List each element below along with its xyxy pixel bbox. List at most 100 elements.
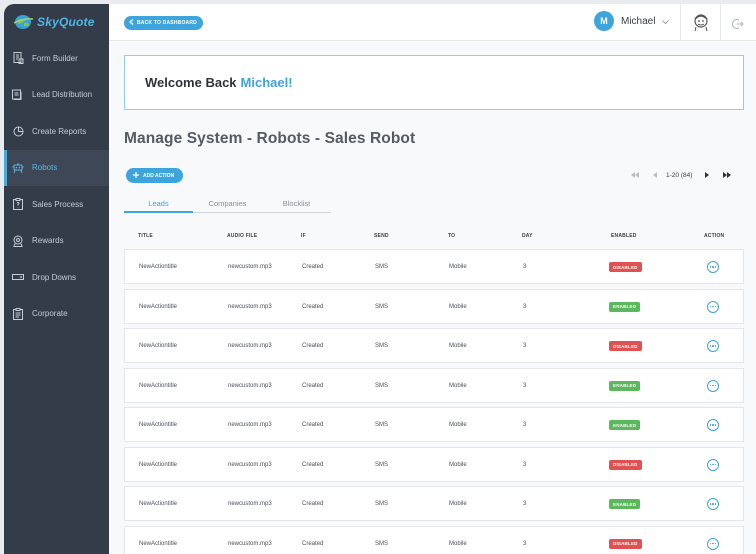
sidebar-item-label: Robots [32, 163, 58, 173]
column-header-enabled: ENABLED [611, 233, 637, 239]
cell-to: Mobile [449, 382, 467, 389]
more-actions-icon[interactable] [707, 458, 719, 471]
cell-title: NewActiontitle [139, 343, 178, 349]
welcome-text: Welcome Back [145, 75, 237, 90]
table-row[interactable]: NewActiontitle newcustom.mp3 Created SMS Mob… [124, 367, 744, 403]
last-page-icon[interactable] [722, 170, 732, 180]
more-actions-icon[interactable] [707, 300, 719, 313]
add-action-button[interactable]: ADD ACTION [126, 168, 184, 183]
cell-day: 3 [523, 343, 527, 349]
table-row[interactable]: NewActiontitle newcustom.mp3 Created SMS Mob… [124, 407, 744, 442]
top-bar: BACK TO DASHBOARD M Michael [109, 4, 756, 41]
cell-title: NewActiontitle [139, 382, 178, 389]
cell-audio-file: newcustom.mp3 [228, 422, 272, 428]
user-menu[interactable]: M Michael [594, 11, 670, 31]
sidebar-item-robots[interactable]: Robots [4, 149, 109, 186]
add-action-label: ADD ACTION [143, 172, 175, 179]
status-badge: ENABLED [609, 380, 641, 391]
column-header-day: DAY [522, 233, 533, 239]
logout-icon[interactable] [731, 17, 744, 35]
cell-day: 3 [523, 461, 527, 468]
sidebar-item-label: Rewards [32, 236, 64, 246]
tab-companies[interactable]: Companies [193, 195, 262, 213]
mascot-icon[interactable] [691, 12, 711, 37]
sidebar-item-label: Create Reports [32, 126, 87, 136]
cell-audio-file: newcustom.mp3 [228, 501, 272, 507]
more-actions-icon[interactable] [707, 419, 719, 431]
corporate-icon [12, 307, 24, 320]
prev-page-icon[interactable] [650, 170, 660, 180]
cell-to: Mobile [449, 501, 467, 507]
form-icon [12, 52, 24, 65]
page-title: Manage System - Robots - Sales Robot [124, 130, 416, 147]
table-row[interactable]: NewActiontitle newcustom.mp3 Created SMS Mob… [124, 486, 744, 521]
cell-day: 3 [523, 382, 527, 389]
column-header-to: TO [448, 233, 456, 239]
table-row[interactable]: NewActiontitle newcustom.mp3 Created SMS Mob… [124, 328, 744, 363]
sidebar-nav: Form Builder Lead Distribution Create Repo… [4, 40, 109, 332]
status-badge: ENABLED [609, 499, 641, 509]
logo-text: SkyQuote [37, 15, 95, 29]
page-range: 1-20 (84) [666, 171, 693, 179]
cell-title: NewActiontitle [139, 501, 178, 507]
tab-leads[interactable]: Leads [124, 195, 193, 213]
cell-title: NewActiontitle [139, 422, 178, 428]
first-page-icon[interactable] [630, 170, 640, 180]
avatar: M [594, 11, 614, 31]
chevron-left-icon [129, 19, 134, 27]
cell-day: 3 [523, 540, 527, 547]
sidebar-item-lead-distribution[interactable]: Lead Distribution [4, 77, 109, 114]
more-actions-icon[interactable] [707, 379, 719, 392]
cell-day: 3 [523, 501, 527, 507]
sidebar-item-form-builder[interactable]: Form Builder [4, 40, 109, 77]
cell-to: Mobile [449, 461, 467, 468]
cell-send: SMS [375, 461, 389, 468]
more-actions-icon[interactable] [707, 537, 719, 550]
globe-logo-icon [14, 15, 34, 29]
sidebar-item-create-reports[interactable]: Create Reports [4, 113, 109, 150]
app-window: SkyQuote Form Builder Lead Distribution Cr… [4, 4, 756, 554]
cell-day: 3 [523, 264, 527, 270]
table-header: TITLE AUDIO FILE IF SEND TO DAY ENABLED … [124, 230, 744, 242]
sidebar-item-drop-downs[interactable]: Drop Downs [4, 259, 109, 296]
user-name: Michael [621, 15, 656, 27]
more-actions-icon[interactable] [707, 261, 719, 273]
column-header-action: ACTION [704, 233, 725, 239]
sidebar-item-label: Drop Downs [32, 272, 77, 282]
cell-audio-file: newcustom.mp3 [228, 343, 272, 349]
rewards-icon [12, 235, 24, 247]
cell-send: SMS [375, 264, 389, 270]
sidebar-item-label: Sales Process [32, 199, 84, 209]
pie-chart-icon [12, 125, 24, 137]
cell-to: Mobile [449, 264, 467, 270]
table-row[interactable]: NewActiontitle newcustom.mp3 Created SMS Mob… [124, 288, 744, 324]
distribution-icon [12, 89, 24, 101]
back-to-dashboard-button[interactable]: BACK TO DASHBOARD [124, 16, 203, 30]
more-actions-icon[interactable] [707, 498, 719, 510]
status-badge: DISABLED [609, 262, 642, 272]
cell-send: SMS [375, 422, 389, 428]
sidebar-item-rewards[interactable]: Rewards [4, 223, 109, 260]
sidebar-item-label: Lead Distribution [32, 90, 93, 100]
sidebar-item-sales-process[interactable]: Sales Process [4, 186, 109, 223]
cell-if: Created [302, 382, 324, 389]
tab-blocklist[interactable]: Blocklist [262, 195, 331, 213]
sidebar-item-corporate[interactable]: Corporate [4, 296, 109, 333]
status-badge: DISABLED [609, 538, 642, 549]
sidebar: SkyQuote Form Builder Lead Distribution Cr… [4, 4, 109, 554]
dropdown-icon [12, 271, 24, 283]
cell-if: Created [302, 422, 324, 428]
column-header-send: SEND [374, 233, 389, 239]
cell-if: Created [302, 343, 324, 349]
sidebar-item-label: Form Builder [32, 53, 78, 63]
sidebar-item-label: Corporate [32, 309, 68, 319]
next-page-icon[interactable] [702, 170, 712, 180]
cell-to: Mobile [449, 540, 467, 547]
cell-to: Mobile [449, 422, 467, 428]
logo[interactable]: SkyQuote [4, 4, 109, 40]
table-row[interactable]: NewActiontitle newcustom.mp3 Created SMS Mob… [124, 249, 744, 284]
cell-send: SMS [375, 540, 389, 547]
table-row[interactable]: NewActiontitle newcustom.mp3 Created SMS Mob… [124, 446, 744, 482]
table-row[interactable]: NewActiontitle newcustom.mp3 Created SMS Mob… [124, 525, 744, 554]
more-actions-icon[interactable] [707, 340, 719, 352]
